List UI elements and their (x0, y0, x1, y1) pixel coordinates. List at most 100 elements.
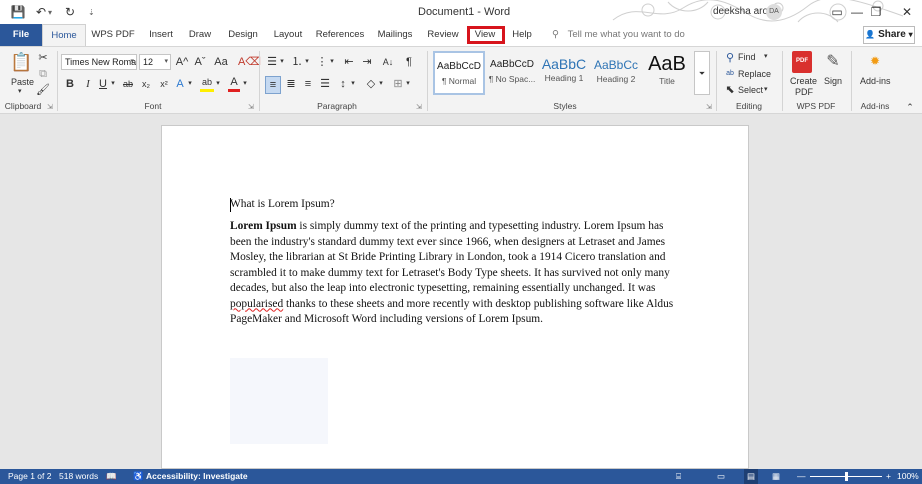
borders-icon[interactable]: ⊞ (391, 76, 405, 92)
decrease-indent-icon[interactable]: ⇤ (342, 54, 356, 70)
font-launcher-icon[interactable]: ⇲ (248, 103, 254, 111)
tab-design[interactable]: Design (224, 24, 262, 46)
close-icon[interactable]: ✕ (892, 0, 922, 24)
create-pdf-label-line1[interactable]: Create (790, 76, 817, 86)
select-dropdown-icon[interactable]: ▾ (764, 85, 768, 93)
page-count[interactable]: Page 1 of 2 (8, 469, 51, 484)
increase-indent-icon[interactable]: ⇥ (360, 54, 374, 70)
bullets-dropdown-icon[interactable]: ▾ (278, 54, 286, 70)
style-heading-2[interactable]: AaBbCc Heading 2 (590, 51, 642, 95)
align-right-icon[interactable]: ≡ (301, 76, 315, 92)
tab-home[interactable]: Home (42, 24, 86, 46)
replace-button[interactable]: Replace (738, 69, 771, 79)
paste-label[interactable]: Paste (11, 77, 34, 87)
style-title[interactable]: AaB Title (641, 51, 693, 95)
superscript-icon[interactable]: x² (156, 76, 172, 92)
document-heading[interactable]: What is Lorem Ipsum? (230, 198, 335, 210)
find-icon[interactable]: ⚲ (724, 50, 736, 66)
underline-icon[interactable]: U (97, 76, 109, 92)
tab-insert[interactable]: Insert (143, 24, 179, 46)
font-color-dropdown-icon[interactable]: ▾ (241, 76, 249, 92)
word-count[interactable]: 518 words (59, 469, 98, 484)
styles-launcher-icon[interactable]: ⇲ (706, 103, 712, 111)
multilevel-list-icon[interactable]: ⋮ (315, 54, 329, 70)
bold-icon[interactable]: B (64, 76, 76, 92)
replace-icon[interactable]: ab (724, 66, 736, 82)
find-button[interactable]: Find (738, 52, 756, 62)
accessibility-icon[interactable]: ♿ (133, 469, 144, 484)
add-ins-icon[interactable]: ✹ (867, 53, 883, 69)
paragraph-launcher-icon[interactable]: ⇲ (416, 103, 422, 111)
strikethrough-icon[interactable]: ab (120, 76, 136, 92)
line-spacing-icon[interactable]: ↕ (336, 76, 350, 92)
font-color-icon[interactable]: A (228, 76, 240, 92)
misspelled-word[interactable]: popularised (230, 298, 283, 310)
shading-icon[interactable]: ◇ (364, 76, 378, 92)
print-layout-icon[interactable]: ▤ (744, 469, 759, 484)
zoom-slider-thumb[interactable] (845, 472, 848, 481)
borders-dropdown-icon[interactable]: ▾ (404, 76, 412, 92)
numbering-icon[interactable]: ⒈ (290, 54, 304, 70)
multilevel-dropdown-icon[interactable]: ▾ (328, 54, 336, 70)
change-case-icon[interactable]: Aa (212, 54, 230, 70)
sign-icon[interactable]: ✎ (822, 51, 844, 73)
share-dropdown-icon[interactable]: ▾ (909, 30, 913, 39)
text-effects-dropdown-icon[interactable]: ▾ (186, 76, 194, 92)
find-dropdown-icon[interactable]: ▾ (764, 52, 768, 60)
paste-icon[interactable]: 📋 (10, 51, 32, 75)
document-paragraph[interactable]: Lorem Ipsum is simply dummy text of the … (230, 219, 686, 328)
paste-dropdown-icon[interactable]: ▾ (18, 87, 22, 95)
grow-font-icon[interactable]: A^ (174, 54, 190, 70)
save-icon[interactable]: 💾 (10, 5, 26, 19)
select-button[interactable]: Select (738, 85, 763, 95)
line-spacing-dropdown-icon[interactable]: ▾ (349, 76, 357, 92)
shrink-font-icon[interactable]: Aˇ (192, 54, 208, 70)
read-mode-icon[interactable]: ▭ (717, 469, 725, 484)
tab-draw[interactable]: Draw (185, 24, 215, 46)
create-pdf-icon[interactable]: PDF (792, 51, 812, 73)
font-name-dropdown-icon[interactable]: ▾ (130, 55, 134, 69)
show-formatting-icon[interactable]: ¶ (402, 54, 416, 70)
select-icon[interactable]: ⬉ (724, 82, 736, 98)
numbering-dropdown-icon[interactable]: ▾ (303, 54, 311, 70)
copy-icon[interactable]: ⧉ (36, 66, 50, 82)
focus-mode-icon[interactable]: ⌸ (676, 469, 681, 484)
font-size-box[interactable]: 12 ▾ (139, 54, 171, 70)
web-layout-icon[interactable]: ▦ (772, 469, 780, 484)
subscript-icon[interactable]: x₂ (138, 76, 154, 92)
zoom-in-icon[interactable]: + (886, 469, 891, 484)
zoom-level[interactable]: 100% (897, 469, 919, 484)
tab-review[interactable]: Review (424, 24, 462, 46)
sort-icon[interactable]: A↓ (380, 54, 396, 70)
align-left-icon[interactable]: ≡ (265, 76, 281, 94)
clipboard-launcher-icon[interactable]: ⇲ (47, 103, 53, 111)
clear-formatting-icon[interactable]: A⌫ (238, 54, 261, 70)
undo-icon[interactable]: ↶ (36, 5, 46, 19)
collapse-ribbon-icon[interactable]: ⌃ (904, 99, 916, 115)
cut-icon[interactable]: ✂ (36, 50, 50, 66)
justify-icon[interactable]: ☰ (318, 76, 332, 92)
tab-mailings[interactable]: Mailings (373, 24, 417, 46)
text-effects-icon[interactable]: A (174, 76, 186, 92)
styles-more-icon[interactable]: ⏷ (694, 51, 710, 95)
image-placeholder[interactable] (230, 358, 328, 444)
shading-dropdown-icon[interactable]: ▾ (377, 76, 385, 92)
font-size-dropdown-icon[interactable]: ▾ (164, 55, 168, 69)
style-no-spacing[interactable]: AaBbCcD ¶ No Spac... (486, 51, 538, 95)
zoom-slider[interactable] (810, 472, 882, 481)
highlight-dropdown-icon[interactable]: ▾ (214, 76, 222, 92)
create-pdf-label-line2[interactable]: PDF (795, 87, 813, 97)
tab-wps-pdf[interactable]: WPS PDF (90, 24, 136, 46)
tell-me-search[interactable]: ⚲ Tell me what you want to do (552, 24, 685, 46)
center-icon[interactable]: ≣ (284, 76, 298, 92)
document-page[interactable]: What is Lorem Ipsum? Lorem Ipsum is simp… (161, 125, 749, 469)
zoom-out-icon[interactable]: — (797, 469, 806, 484)
font-name-box[interactable]: Times New Roma ▾ (61, 54, 137, 70)
share-button[interactable]: 👤 Share ▾ (863, 26, 915, 44)
style-normal[interactable]: AaBbCcD ¶ Normal (433, 51, 485, 95)
style-heading-1[interactable]: AaBbC Heading 1 (538, 51, 590, 95)
add-ins-button[interactable]: Add-ins (860, 76, 891, 86)
tab-layout[interactable]: Layout (270, 24, 306, 46)
underline-dropdown-icon[interactable]: ▾ (109, 76, 117, 92)
italic-icon[interactable]: I (82, 76, 94, 92)
